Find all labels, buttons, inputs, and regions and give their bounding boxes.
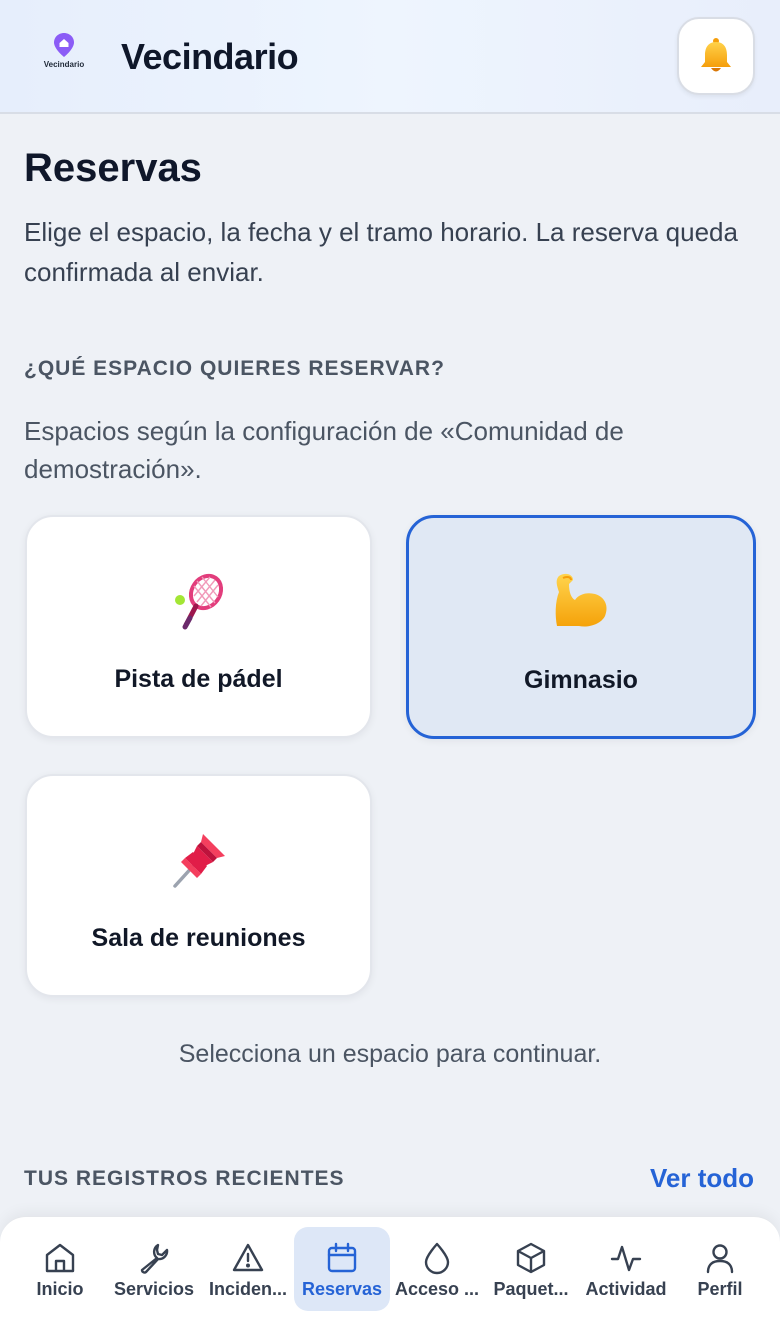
activity-icon [610,1245,642,1272]
nav-item-servicios[interactable]: Servicios [107,1227,201,1311]
nav-label: Inicio [36,1279,84,1299]
recent-section-label: TUS REGISTROS RECIENTES [24,1167,345,1190]
nav-item-actividad[interactable]: Actividad [579,1227,673,1311]
nav-item-inicio[interactable]: Inicio [13,1227,107,1311]
space-card-meeting-room[interactable]: Sala de reuniones [25,774,372,997]
space-card-label: Gimnasio [524,666,638,694]
space-card-padel[interactable]: Pista de pádel [25,515,372,738]
nav-label: Reservas [301,1279,383,1299]
calendar-icon [327,1242,357,1273]
space-section-label: ¿QUÉ ESPACIO QUIERES RESERVAR? [24,357,445,380]
space-card-label: Sala de reuniones [91,924,306,952]
tennis-racket-icon [174,573,223,630]
home-icon [45,1243,75,1273]
user-icon [706,1244,734,1274]
nav-item-paqueteria[interactable]: Paquet... [484,1227,578,1311]
page-title: Reservas [24,146,202,190]
app-logo[interactable]: Vecindario [40,32,88,76]
drop-icon [424,1242,450,1275]
package-icon [516,1242,546,1274]
selection-hint: Selecciona un espacio para continuar. [178,1040,602,1068]
nav-item-perfil[interactable]: Perfil [673,1227,767,1311]
nav-label: Inciden... [208,1279,287,1299]
nav-label: Acceso ... [394,1279,480,1299]
pushpin-icon [172,834,225,888]
app-title: Vecindario [121,36,299,77]
nav-label: Actividad [585,1279,667,1299]
page-description: Elige el espacio, la fecha y el tramo ho… [24,217,738,287]
bell-icon [701,38,731,72]
app-header: Vecindario Vecindario [0,0,780,114]
nav-item-reservas[interactable]: Reservas [294,1227,390,1311]
nav-item-incidencias[interactable]: Inciden... [201,1227,295,1311]
notifications-button[interactable] [677,17,755,95]
nav-label: Paquet... [493,1279,569,1299]
space-card-gym[interactable]: Gimnasio [406,515,756,739]
nav-item-acceso[interactable]: Acceso ... [390,1227,484,1311]
space-card-label: Pista de pádel [114,665,283,693]
bottom-navigation: Inicio Servicios Inciden... Reservas Acc… [0,1216,780,1328]
flexed-biceps-icon [555,573,607,627]
wrench-icon [140,1243,169,1274]
nav-label: Servicios [113,1279,195,1299]
space-section-description: Espacios según la configuración de «Comu… [24,416,624,484]
location-pin-icon [54,33,74,57]
see-all-link[interactable]: Ver todo [650,1163,754,1194]
warning-icon [232,1243,264,1272]
nav-label: Perfil [697,1279,743,1299]
logo-text: Vecindario [43,60,85,69]
